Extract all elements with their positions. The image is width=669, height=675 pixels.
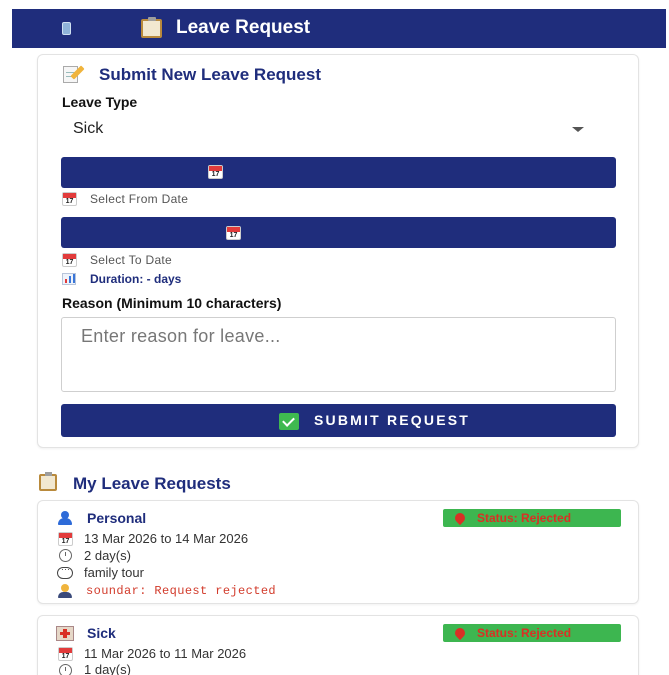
app-header: Leave Request: [12, 9, 666, 48]
leave-type-select[interactable]: Sick: [61, 117, 616, 143]
chevron-down-icon: [572, 127, 584, 132]
calendar-icon: 17: [58, 647, 73, 661]
calendar-icon: 17: [62, 192, 77, 206]
clipboard-icon: [141, 17, 162, 38]
request-dates: 11 Mar 2026 to 11 Mar 2026: [84, 646, 247, 661]
request-days: 1 day(s): [84, 662, 131, 675]
status-badge: Status: Rejected: [443, 509, 621, 527]
calendar-icon: 17: [226, 226, 241, 240]
reason-label: Reason (Minimum 10 characters): [62, 295, 282, 311]
calendar-icon: 17: [208, 165, 223, 179]
clipboard-icon: [39, 472, 57, 491]
calendar-icon: 17: [62, 253, 77, 267]
leave-type-label: Leave Type: [62, 94, 138, 110]
hospital-icon: [56, 626, 74, 641]
my-requests-title: My Leave Requests: [73, 474, 231, 493]
submit-request-button[interactable]: SUBMIT REQUEST: [61, 404, 616, 437]
pushpin-icon: [452, 625, 468, 641]
speech-bubble-icon: [57, 564, 73, 579]
status-text: Status: Rejected: [477, 626, 572, 640]
pushpin-icon: [452, 510, 468, 526]
to-date-hint: Select To Date: [90, 253, 173, 267]
mobile-phone-icon: [62, 22, 71, 35]
check-mark-icon: [279, 413, 299, 430]
reason-textarea[interactable]: Enter reason for leave...: [61, 317, 616, 392]
leave-type-value: Sick: [73, 120, 104, 137]
admin-icon: [57, 584, 73, 598]
timer-icon: [59, 664, 72, 675]
reason-placeholder: Enter reason for leave...: [81, 326, 281, 346]
timer-icon: [59, 549, 72, 562]
status-badge: Status: Rejected: [443, 624, 621, 642]
request-dates: 13 Mar 2026 to 14 Mar 2026: [84, 531, 249, 546]
request-type: Sick: [87, 625, 116, 641]
from-date-hint: Select From Date: [90, 192, 189, 206]
request-reason: family tour: [84, 565, 144, 580]
request-type: Personal: [87, 510, 147, 526]
duration-text: Duration: - days: [90, 272, 182, 286]
status-text: Status: Rejected: [477, 511, 572, 525]
bar-chart-icon: [62, 273, 76, 285]
to-date-button[interactable]: 17: [61, 217, 616, 248]
calendar-icon: 17: [58, 532, 73, 546]
admin-note: soundar: Request rejected: [86, 584, 277, 598]
request-days: 2 day(s): [84, 548, 131, 563]
form-title: Submit New Leave Request: [99, 65, 322, 84]
page-title: Leave Request: [176, 17, 311, 38]
person-icon: [57, 511, 73, 525]
submit-button-label: SUBMIT REQUEST: [314, 412, 471, 428]
from-date-button[interactable]: 17: [61, 157, 616, 188]
memo-icon: [63, 64, 85, 84]
